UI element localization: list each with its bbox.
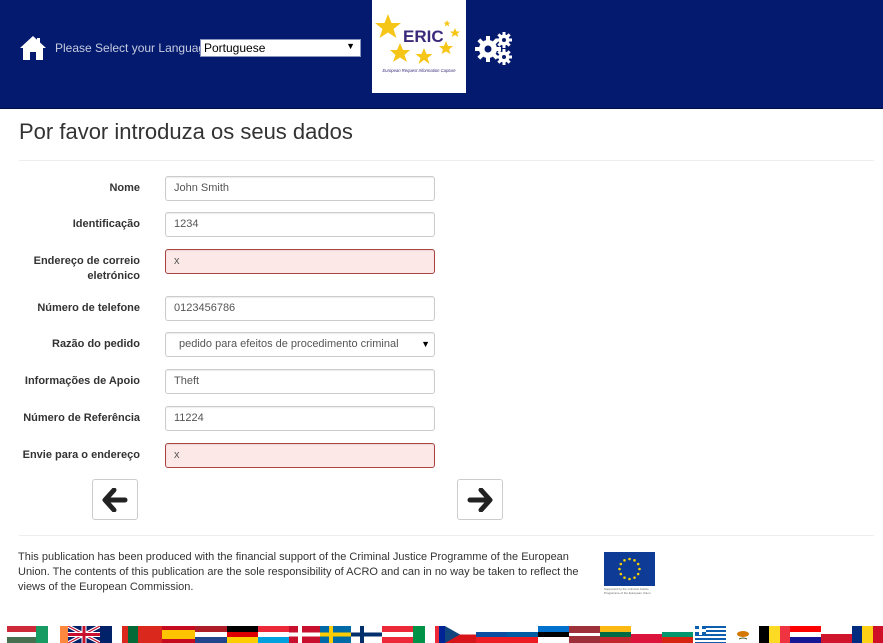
dropdown-arrow-icon: ▼ [346, 41, 355, 51]
flag-bulgaria[interactable] [662, 626, 693, 643]
flag-slovakia[interactable] [476, 626, 507, 643]
arrow-left-icon [102, 488, 128, 512]
eu-star [638, 567, 641, 571]
phone-label: Número de telefone [37, 302, 140, 314]
eu-star [636, 562, 640, 566]
page-title: Por favor introduza os seus dados [19, 119, 353, 144]
email-input[interactable]: x [165, 249, 435, 274]
eric-logo[interactable]: ERIC European Request Information Captur… [372, 0, 466, 93]
flag-czech-republic[interactable] [445, 626, 476, 643]
previous-button[interactable] [92, 479, 138, 520]
reference-label: Número de Referência [23, 412, 140, 424]
eu-star [618, 567, 621, 571]
logo-star [415, 48, 433, 64]
eu-star [623, 576, 626, 579]
flag-poland[interactable] [631, 626, 662, 643]
flag-denmark[interactable] [289, 626, 320, 643]
settings-gears-icon[interactable] [475, 31, 513, 65]
reason-label: Razão do pedido [52, 338, 140, 350]
logo-star [450, 28, 460, 37]
flag-netherlands[interactable] [195, 626, 227, 643]
support-info-input[interactable]: Theft [165, 369, 435, 394]
identification-label: Identificação [72, 218, 140, 230]
country-flags-strip [0, 626, 883, 643]
logo-title: ERIC [403, 27, 444, 46]
header-bar: Please Select your Language Portuguese ▼… [0, 0, 883, 109]
divider [19, 535, 874, 536]
flag-spain[interactable] [162, 626, 195, 643]
name-input[interactable]: John Smith [165, 176, 435, 201]
next-button[interactable] [457, 479, 503, 520]
flag-malta[interactable] [821, 626, 852, 643]
eu-star [619, 562, 623, 566]
flag-austria[interactable] [382, 626, 413, 643]
flag-germany[interactable] [227, 626, 258, 643]
eu-flag-icon [604, 552, 655, 586]
eu-caption: Supported by the Criminal Justice Progra… [604, 587, 651, 595]
home-icon[interactable] [19, 35, 47, 61]
email-label: Endereço de correio eletrónico [33, 255, 140, 282]
arrow-right-icon [467, 488, 493, 512]
flag-latvia[interactable] [569, 626, 600, 643]
language-label: Please Select your Language [55, 41, 212, 55]
flag-luxembourg[interactable] [258, 626, 289, 643]
identification-input[interactable]: 1234 [165, 212, 435, 237]
flag-belgium[interactable] [759, 626, 790, 643]
phone-input[interactable]: 0123456786 [165, 296, 435, 321]
logo-subtitle: European Request Information Capture [382, 68, 456, 73]
flag-portugal[interactable] [122, 626, 162, 643]
flag-romania[interactable] [852, 626, 883, 643]
flag-lithuania[interactable] [600, 626, 631, 643]
flag-italy[interactable] [413, 626, 425, 643]
funding-disclaimer: This publication has been produced with … [18, 551, 579, 593]
flag-united-kingdom[interactable] [60, 626, 112, 643]
dropdown-arrow-icon: ▼ [421, 339, 430, 349]
flag-greece[interactable] [695, 626, 726, 643]
support-info-label: Informações de Apoio [24, 375, 140, 387]
flag-sweden[interactable] [320, 626, 351, 643]
eu-star [633, 576, 636, 579]
logo-star [443, 20, 451, 27]
eu-star [633, 559, 636, 562]
flag-slovenia[interactable] [507, 626, 538, 643]
language-selected-value: Portuguese [204, 41, 266, 55]
reason-selected-value: pedido para efeitos de procedimento crim… [179, 338, 399, 350]
eu-funding-logo: Supported by the Criminal Justice Progra… [604, 552, 656, 598]
flag-croatia[interactable] [790, 626, 821, 643]
eu-star [619, 572, 623, 576]
eu-star [628, 577, 631, 581]
logo-star [375, 14, 401, 38]
send-address-label: Envie para o endereço [22, 449, 140, 461]
eu-star [628, 557, 631, 561]
reason-select[interactable]: pedido para efeitos de procedimento crim… [165, 332, 435, 357]
reference-input[interactable]: 11224 [165, 406, 435, 431]
flag-estonia[interactable] [538, 626, 569, 643]
flag-finland[interactable] [351, 626, 382, 643]
flag-cyprus[interactable] [728, 626, 759, 643]
eu-star [623, 559, 626, 562]
send-address-input[interactable]: x [165, 443, 435, 468]
divider [19, 160, 874, 161]
name-label: Nome [109, 182, 140, 194]
eu-star [636, 572, 640, 576]
flag-ireland[interactable] [36, 626, 48, 643]
language-select[interactable]: Portuguese ▼ [200, 39, 361, 57]
